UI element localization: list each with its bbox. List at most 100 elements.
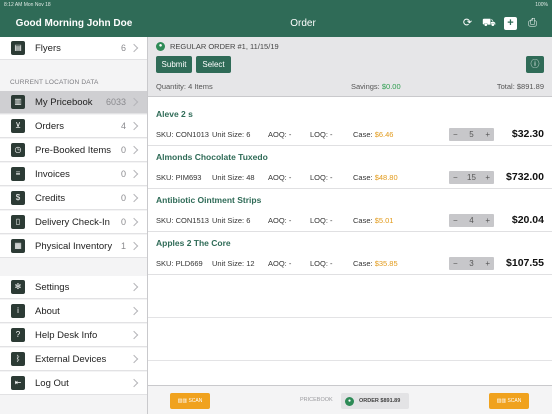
sidebar-item-count: 6033 [105, 97, 126, 107]
sidebar-item-invoices[interactable]: ≡ Invoices 0 [0, 163, 147, 186]
dollar-icon: $ [11, 191, 25, 205]
sidebar-item-count: 0 [120, 193, 126, 203]
item-sku: SKU: CON1513 [156, 216, 209, 225]
item-case: Case: $35.85 [353, 259, 398, 268]
info-icon: i [11, 304, 25, 318]
sidebar-item-label: Flyers [35, 42, 61, 54]
sidebar-item-settings[interactable]: ✻ Settings [0, 276, 147, 299]
quantity-stepper[interactable]: 5 − + [449, 128, 494, 141]
list-item[interactable]: Aleve 2 s SKU: CON1013 Unit Size: 6 AOQ:… [148, 103, 552, 146]
sidebar-item-label: My Pricebook [35, 96, 93, 108]
chevron-right-icon [129, 354, 139, 364]
item-loq: LOQ: - [310, 173, 333, 182]
plus-icon[interactable]: + [485, 128, 490, 141]
sidebar-item-label: Invoices [35, 168, 70, 180]
order-total-button[interactable]: ● ORDER $891.89 [341, 393, 409, 409]
quantity-stepper[interactable]: 3 − + [449, 257, 494, 270]
sidebar-item-label: Delivery Check-In [35, 216, 110, 228]
chevron-right-icon [129, 97, 139, 107]
sidebar-item-label: External Devices [35, 353, 107, 365]
quantity-stepper[interactable]: 15 − + [449, 171, 494, 184]
chevron-right-icon [129, 330, 139, 340]
item-name: Antibiotic Ointment Strips [156, 195, 262, 205]
sidebar-item-label: Pre-Booked Items [35, 144, 112, 156]
item-case: Case: $5.01 [353, 216, 394, 225]
sidebar-item-label: Settings [35, 281, 70, 293]
sidebar-item-external-devices[interactable]: ᛒ External Devices [0, 348, 147, 371]
bluetooth-icon: ᛒ [11, 352, 25, 366]
sidebar-item-help-desk-info[interactable]: ? Help Desk Info [0, 324, 147, 347]
item-loq: LOQ: - [310, 216, 333, 225]
sidebar-item-count: 0 [120, 169, 126, 179]
submit-button[interactable]: Submit [156, 56, 192, 73]
item-total: $32.30 [511, 128, 544, 140]
item-unit-size: Unit Size: 6 [212, 130, 251, 139]
sidebar-item-pre-booked-items[interactable]: ◷ Pre-Booked Items 0 [0, 139, 147, 162]
clipboard-icon: ▯ [11, 215, 25, 229]
chevron-right-icon [129, 282, 139, 292]
scan-button-right[interactable]: ▥▥ SCAN [489, 393, 529, 409]
item-case: Case: $48.80 [353, 173, 398, 182]
chevron-right-icon [129, 169, 139, 179]
invoice-icon: ≡ [11, 167, 25, 181]
minus-icon[interactable]: − [453, 214, 458, 227]
plus-icon[interactable]: + [485, 214, 490, 227]
divider [148, 317, 552, 318]
quantity-stepper[interactable]: 4 − + [449, 214, 494, 227]
sidebar-item-credits[interactable]: $ Credits 0 [0, 187, 147, 210]
list-item[interactable]: Almonds Chocolate Tuxedo SKU: PIM693 Uni… [148, 146, 552, 189]
item-total: $107.55 [506, 257, 544, 269]
logout-icon: ⇤ [11, 376, 25, 390]
item-total: $732.00 [506, 171, 544, 183]
help-icon: ? [11, 328, 25, 342]
section-label: CURRENT LOCATION DATA [10, 79, 99, 86]
sidebar-item-label: Orders [35, 120, 65, 132]
bottom-toolbar: ▥▥ SCAN PRICEBOOK ● ORDER $891.89 ▥▥ SCA… [148, 385, 552, 414]
sidebar-item-about[interactable]: i About [0, 300, 147, 323]
minus-icon[interactable]: − [453, 171, 458, 184]
sidebar-item-count: 0 [120, 145, 126, 155]
chevron-right-icon [129, 241, 139, 251]
minus-icon[interactable]: − [453, 257, 458, 270]
list-item[interactable]: Apples 2 The Core SKU: PLD669 Unit Size:… [148, 232, 552, 275]
sidebar-item-orders[interactable]: ⊻ Orders 4 [0, 115, 147, 138]
cart-icon: ⊻ [11, 119, 25, 133]
sidebar-item-my-pricebook[interactable]: ▥ My Pricebook 6033 [0, 91, 147, 114]
sidebar-item-flyers[interactable]: ▤ Flyers 6 [0, 37, 147, 60]
item-aoq: AOQ: - [268, 259, 292, 268]
info-button[interactable]: ⓘ [526, 56, 544, 73]
cart-add-icon[interactable]: ⛟ [482, 17, 496, 30]
savings-summary: Savings: $0.00 [351, 82, 401, 91]
order-label-row: ● REGULAR ORDER #1, 11/15/19 [156, 42, 279, 51]
item-loq: LOQ: - [310, 130, 333, 139]
sidebar-item-count: 0 [120, 217, 126, 227]
gear-icon: ✻ [11, 280, 25, 294]
sidebar-item-count: 4 [120, 121, 126, 131]
list-item[interactable]: Antibiotic Ointment Strips SKU: CON1513 … [148, 189, 552, 232]
page-title: Order [290, 18, 316, 29]
sidebar-item-label: Log Out [35, 377, 69, 389]
item-sku: SKU: CON1013 [156, 130, 209, 139]
sidebar-item-log-out[interactable]: ⇤ Log Out [0, 372, 147, 395]
plus-icon[interactable]: + [485, 257, 490, 270]
order-total-label: ORDER $891.89 [359, 398, 401, 404]
info-icon: ⓘ [530, 59, 540, 69]
status-bar: 8:12 AM Mon Nov 18 100% [0, 0, 552, 10]
plus-icon[interactable]: + [485, 171, 490, 184]
sidebar-item-physical-inventory[interactable]: ▦ Physical Inventory 1 [0, 235, 147, 258]
clock-icon: ◷ [11, 143, 25, 157]
sidebar-item-count: 1 [120, 241, 126, 251]
minus-icon[interactable]: − [453, 128, 458, 141]
item-sku: SKU: PIM693 [156, 173, 202, 182]
add-icon[interactable]: + [504, 17, 517, 30]
refresh-icon[interactable]: ⟳ [461, 17, 474, 30]
savings-label: Savings: [351, 82, 380, 91]
pricebook-link[interactable]: PRICEBOOK [300, 397, 333, 403]
chevron-right-icon [129, 193, 139, 203]
quantity-summary: Quantity: 4 Items [156, 82, 213, 91]
print-icon[interactable]: ⎙ [526, 17, 539, 30]
scan-button-left[interactable]: ▥▥ SCAN [170, 393, 210, 409]
sidebar-item-label: Credits [35, 192, 66, 204]
select-button[interactable]: Select [196, 56, 231, 73]
sidebar-item-delivery-check-in[interactable]: ▯ Delivery Check-In 0 [0, 211, 147, 234]
